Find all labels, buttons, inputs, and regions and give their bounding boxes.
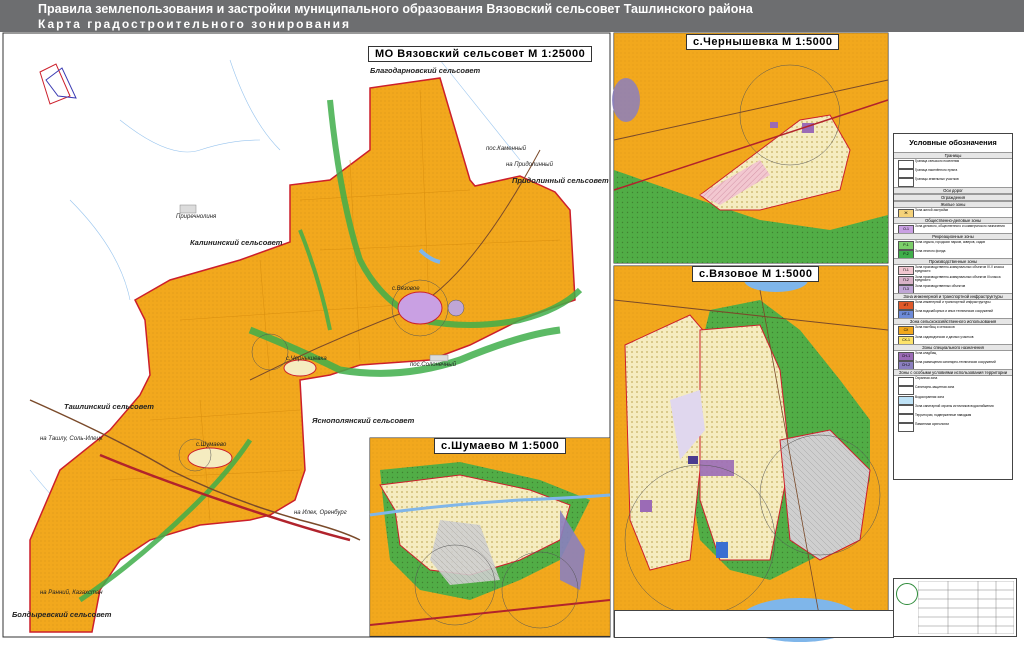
chernyshevka-title: с.Чернышевка М 1:5000 — [686, 34, 840, 50]
legend-swatch — [898, 423, 914, 433]
legend-item-text: Зона делового, общественного и коммерчес… — [915, 223, 1005, 228]
vyazovoe-title: с.Вязовое М 1:5000 — [692, 266, 820, 282]
legend-item-text: Зона садоводческих и дачных участков — [915, 334, 974, 339]
label-chernyshevka-small: с.Чернышевка — [286, 356, 327, 362]
legend-item: Р-1 Зона отдыха, городских парков, скверо… — [898, 240, 1010, 250]
legend-section: Зоны специального назначения — [894, 343, 1012, 351]
label-na-iletsk: на Илек, Оренбург — [294, 510, 347, 516]
legend-item-text: Зона производственных объектов — [915, 283, 966, 288]
legend-item: Охранная зона — [898, 376, 1010, 387]
legend-title: Условные обозначения — [909, 138, 997, 147]
legend-section: Ограждения — [894, 193, 1012, 201]
legend-section: Зона сельскохозяйственного использования — [894, 318, 1012, 326]
map-canvas — [2, 32, 889, 642]
label-na-pridolinny: на Придолинный — [506, 162, 553, 168]
label-pos-solonechny: пос.Солонечный — [410, 362, 457, 368]
legend-item: Памятники археологии — [898, 422, 1010, 433]
label-na-ranni: на Ранний, Казахстан — [40, 590, 103, 596]
legend-item-text: Зона инженерной и транспортной инфрастру… — [915, 300, 991, 304]
label-prigorodny: Придолинный сельсовет — [512, 176, 609, 185]
legend-panel: Условные обозначения Границы Граница сель… — [893, 133, 1013, 480]
legend-item-text: Зона производственно-коммунальных объект… — [915, 274, 1001, 283]
main-map-title: МО Вязовский сельсовет М 1:25000 — [368, 46, 593, 62]
legend-item: ИТ Зона инженерной и транспортной инфраст… — [898, 300, 1010, 310]
legend-section: Жилые зоны — [894, 200, 1012, 208]
legend-item-text: Границы земельных участков — [915, 177, 959, 182]
legend-item-text: Зона лесного фонда — [915, 249, 946, 254]
legend-item: Водоохранная зона — [898, 394, 1010, 405]
legend-item-text: Зона жилой застройки — [915, 207, 949, 212]
legend-item: П-1 Зона производственно-коммунальных объ… — [898, 265, 1010, 276]
label-na-tashla: на Ташлу, Соль-Илецк — [40, 436, 103, 442]
legend-section: Общественно-деловые зоны — [894, 216, 1012, 224]
bottom-title-strip — [614, 610, 894, 638]
legend-item-text: Водоохранная зона — [915, 394, 944, 399]
label-prirechnoe: Приречнолиня — [176, 214, 217, 220]
label-shumaevo-small: с.Шумаево — [196, 442, 227, 448]
legend-item: СН-2 Зона размещения санитарно-технически… — [898, 360, 1010, 370]
legend-item: П-3 Зона производственных объектов — [898, 283, 1010, 294]
legend-item-text: Территории, подверженные паводкам — [915, 413, 972, 417]
legend-item: Санитарно-защитная зона — [898, 385, 1010, 396]
legend-item: Границы земельных участков — [898, 177, 1010, 188]
legend-item: О-1 Зона делового, общественного и коммер… — [898, 223, 1010, 234]
shumaevo-title: с.Шумаево М 1:5000 — [434, 438, 567, 454]
legend-item-text: Граница сельского поселения — [915, 159, 960, 163]
legend-item: Территории, подверженные паводкам — [898, 413, 1010, 423]
legend-item: П-2 Зона производственно-коммунальных объ… — [898, 274, 1010, 285]
legend-item: Зона санитарной охраны источников водосн… — [898, 403, 1010, 414]
legend-section: Оси дорог — [894, 186, 1012, 194]
legend-item-text: Зона отдыха, городских парков, скверов, … — [915, 240, 985, 244]
legend-item: Граница сельского поселения — [898, 159, 1010, 169]
legend-item-text: Зона пастбищ и сенокосов — [915, 325, 955, 330]
label-tashlinsky: Ташлинский сельсовет — [64, 402, 154, 411]
label-boldyrevsky: Болдыревский сельсовет — [12, 610, 112, 619]
label-yasnopolyansky: Яснополянский сельсовет — [312, 416, 415, 425]
company-logo-icon — [896, 583, 918, 605]
legend-section: Рекреационные зоны — [894, 233, 1012, 240]
legend-section: Границы — [894, 152, 1012, 159]
legend-item-text: Зона санитарной охраны источников водосн… — [915, 403, 994, 408]
legend-item-text: Памятники археологии — [915, 422, 949, 427]
label-pos-kamenny: пос.Каменный — [486, 146, 526, 152]
legend-item-text: Зона размещения санитарно-технических со… — [915, 360, 996, 364]
legend-item-text: Граница населённого пункта — [915, 168, 958, 173]
legend-item: СХ Зона пастбищ и сенокосов — [898, 325, 1010, 336]
legend-item-text: Зона кладбищ — [915, 350, 937, 355]
stamp-grid — [918, 581, 1014, 634]
title-block-stamp — [893, 578, 1017, 637]
legend-item: СН-1 Зона кладбищ — [898, 350, 1010, 361]
legend-item: Граница населённого пункта — [898, 168, 1010, 179]
legend-item: Ж Зона жилой застройки — [898, 207, 1010, 218]
legend-section: Производственные зоны — [894, 258, 1012, 266]
legend-item: ИТ-1 Зона водозаборных и иных технических… — [898, 309, 1010, 320]
legend-item-text: Зона водозаборных и иных технических соо… — [915, 309, 993, 314]
legend-item: СХ-1 Зона садоводческих и дачных участков — [898, 334, 1010, 345]
legend-item-text: Санитарно-защитная зона — [915, 385, 955, 390]
legend-section: Зоны с особыми условиями использования т… — [894, 369, 1012, 377]
legend-section: Зона инженерной и транспортной инфрастру… — [894, 293, 1012, 300]
label-blagodarnovsky: Благодарновский сельсовет — [370, 66, 481, 75]
label-kalininsky: Калининский сельсовет — [190, 238, 283, 247]
legend-item-text: Охранная зона — [915, 376, 938, 381]
legend-item-text: Зона производственно-коммунальных объект… — [915, 265, 1004, 273]
label-vyazovoe-small: с.Вязовое — [392, 286, 420, 292]
legend-item: Р-2 Зона лесного фонда — [898, 249, 1010, 260]
